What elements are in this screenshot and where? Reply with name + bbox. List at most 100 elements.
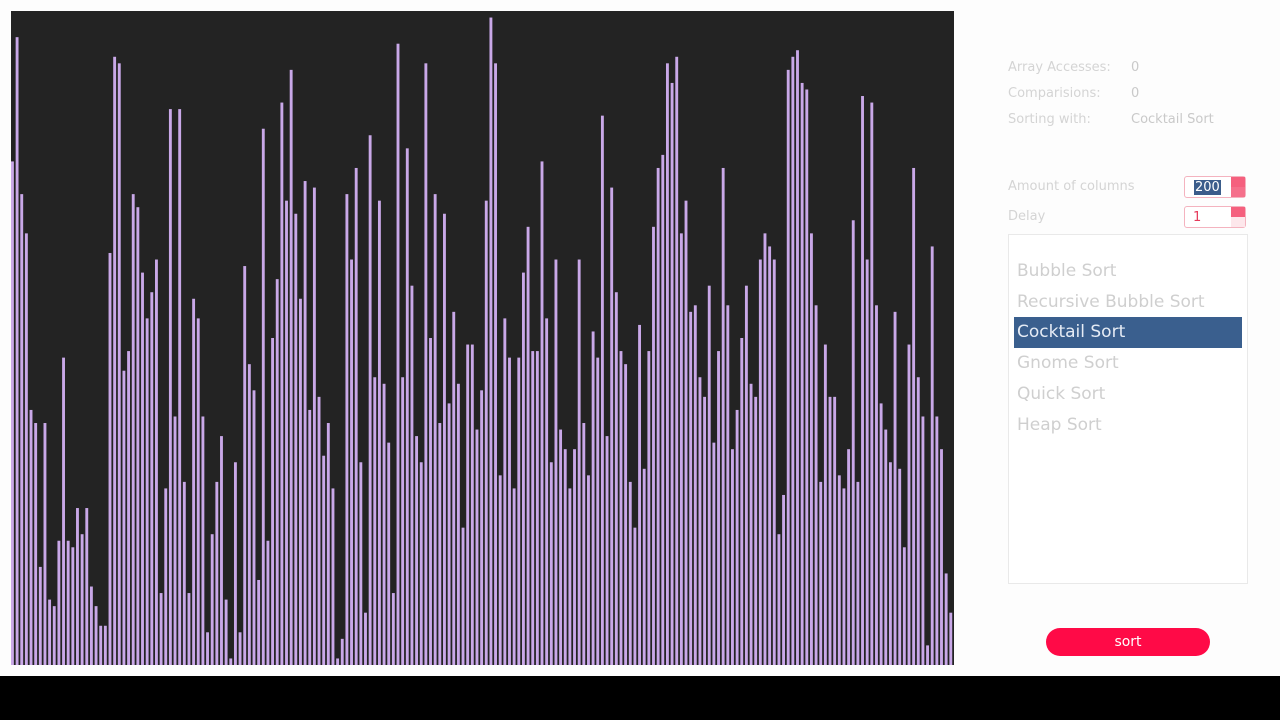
bar [113, 56, 117, 665]
bar [168, 109, 172, 665]
bar [354, 167, 358, 665]
bar [326, 423, 330, 665]
bar [43, 423, 47, 665]
bar [261, 128, 265, 665]
bar [192, 298, 196, 665]
algorithm-option-bubble-sort[interactable]: Bubble Sort [1014, 256, 1242, 287]
algorithm-option-heap-sort[interactable]: Heap Sort [1014, 410, 1242, 441]
bar [150, 292, 154, 665]
columns-spinner[interactable] [1231, 177, 1245, 197]
bar [34, 423, 38, 665]
bar [429, 338, 432, 665]
bar [949, 612, 953, 665]
columns-label: Amount of columns [1008, 179, 1135, 194]
stat-comparisons: Comparisions: 0 [1008, 84, 1268, 106]
bar [610, 187, 614, 665]
bar [772, 259, 776, 665]
bar [322, 455, 326, 665]
algorithm-list[interactable]: Bubble Sort Recursive Bubble Sort Cockta… [1008, 234, 1248, 584]
bar [20, 194, 24, 665]
delay-label: Delay [1008, 209, 1046, 224]
bar [717, 351, 720, 665]
stat-value: 0 [1131, 60, 1140, 75]
bar [373, 377, 377, 665]
bar [11, 161, 14, 665]
bar [935, 416, 939, 665]
bar [573, 449, 576, 665]
algorithm-option-quick-sort[interactable]: Quick Sort [1014, 379, 1242, 410]
bar [396, 43, 400, 665]
delay-spinner[interactable] [1231, 207, 1245, 227]
bar [791, 56, 795, 665]
bar [24, 233, 28, 665]
bar [679, 233, 683, 665]
bar [823, 344, 827, 665]
spinner-down-icon[interactable] [1231, 187, 1245, 197]
bar [847, 449, 851, 665]
bar [837, 475, 841, 665]
bar [819, 481, 823, 665]
bar [670, 82, 674, 665]
bar [731, 449, 734, 665]
bar [916, 377, 920, 665]
bar [336, 658, 340, 665]
bar [782, 494, 785, 665]
algorithm-option-gnome-sort[interactable]: Gnome Sort [1014, 348, 1242, 379]
bar [229, 658, 233, 665]
bar [912, 167, 916, 665]
bar [535, 351, 539, 665]
bar [898, 468, 902, 665]
bar [494, 63, 497, 665]
sort-button[interactable]: sort [1046, 628, 1210, 656]
bar [930, 246, 934, 665]
bar [141, 272, 144, 665]
app-page: Array Accesses: 0 Comparisions: 0 Sortin… [0, 0, 1280, 676]
bar [433, 194, 437, 665]
bar [531, 351, 535, 665]
bar [568, 488, 572, 665]
bar [726, 305, 730, 665]
bar [549, 462, 553, 665]
bar [466, 344, 470, 665]
bar [563, 449, 567, 665]
bar [164, 488, 168, 665]
delay-input[interactable]: 1 [1184, 206, 1246, 228]
bar [438, 423, 442, 665]
bar [159, 593, 163, 665]
bar [940, 449, 943, 665]
bar [698, 377, 702, 665]
stat-sorting-with: Sorting with: Cocktail Sort [1008, 110, 1268, 132]
bar [526, 226, 530, 665]
spinner-up-icon[interactable] [1231, 207, 1245, 217]
bar [521, 272, 525, 665]
bar [285, 200, 288, 665]
bar [647, 351, 651, 665]
bar [888, 462, 892, 665]
stat-value: Cocktail Sort [1131, 112, 1214, 127]
bar [540, 161, 544, 665]
bar [861, 96, 864, 665]
spinner-down-icon[interactable] [1231, 217, 1245, 227]
algorithm-option-cocktail-sort[interactable]: Cocktail Sort [1014, 317, 1242, 348]
bar [879, 403, 883, 665]
bar [614, 292, 618, 665]
columns-input[interactable]: 200 [1184, 176, 1246, 198]
bar [456, 383, 460, 665]
bar [271, 338, 275, 665]
bar [749, 383, 753, 665]
bar [810, 233, 813, 665]
delay-value: 1 [1193, 210, 1202, 225]
bar [48, 599, 52, 665]
bar [280, 102, 284, 665]
bar [503, 318, 507, 665]
bar [758, 259, 762, 665]
bar [926, 645, 930, 665]
bar [252, 390, 256, 665]
bar [155, 259, 158, 665]
bar [582, 423, 586, 665]
spinner-up-icon[interactable] [1231, 177, 1245, 187]
bar [600, 115, 604, 665]
bar [238, 632, 242, 665]
algorithm-option-recursive-bubble-sort[interactable]: Recursive Bubble Sort [1014, 287, 1242, 318]
bar [587, 475, 590, 665]
